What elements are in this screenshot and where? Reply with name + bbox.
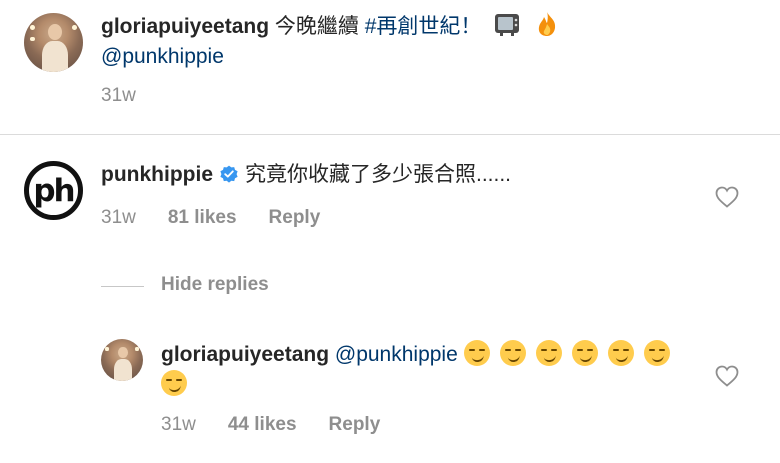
- reply-text: gloriapuiyeetang @punkhippie: [161, 340, 691, 400]
- caption-avatar[interactable]: [24, 13, 83, 72]
- reply-mention[interactable]: @punkhippie: [335, 343, 458, 366]
- comment-meta: 31w 81 likes Reply: [101, 207, 320, 229]
- caption-meta: 31w: [101, 85, 136, 107]
- caption-hashtag[interactable]: #再創世紀！: [365, 15, 482, 38]
- smirking-face-icon: [607, 340, 634, 366]
- comment-like-heart-icon[interactable]: [715, 186, 739, 208]
- reply-meta: 31w 44 likes Reply: [161, 414, 380, 436]
- reply-reply-button[interactable]: Reply: [329, 414, 381, 436]
- hide-replies-button[interactable]: Hide replies: [161, 274, 269, 296]
- smirking-face-icon: [463, 340, 490, 366]
- avatar-logo-text: ph: [33, 172, 75, 209]
- divider: [0, 134, 780, 135]
- reply-username[interactable]: gloriapuiyeetang: [161, 343, 329, 366]
- smirking-face-icon: [161, 370, 187, 396]
- reply-timestamp[interactable]: 31w: [161, 414, 196, 436]
- smirking-face-icon: [571, 340, 598, 366]
- comment-timestamp[interactable]: 31w: [101, 207, 136, 229]
- comment-avatar[interactable]: ph: [24, 161, 83, 220]
- hide-replies-line: [101, 286, 144, 287]
- verified-badge-icon: [220, 165, 238, 183]
- tv-icon: [495, 14, 520, 36]
- reply-likes[interactable]: 44 likes: [228, 414, 297, 436]
- comment-likes[interactable]: 81 likes: [168, 207, 237, 229]
- reply-avatar[interactable]: [101, 339, 143, 381]
- caption-mention[interactable]: @punkhippie: [101, 45, 224, 68]
- comment-body: 究竟你收藏了多少張合照......: [245, 163, 512, 186]
- caption-username[interactable]: gloriapuiyeetang: [101, 15, 269, 38]
- caption-body: 今晚繼續: [274, 15, 359, 38]
- comment-text: punkhippie 究竟你收藏了多少張合照......: [101, 160, 701, 190]
- reply-like-heart-icon[interactable]: [715, 365, 739, 387]
- fire-icon: [538, 12, 556, 36]
- smirking-face-icon: [499, 340, 526, 366]
- caption-text: gloriapuiyeetang 今晚繼續 #再創世紀！ @punkhippie: [101, 10, 761, 72]
- caption-timestamp[interactable]: 31w: [101, 85, 136, 107]
- smirking-face-icon: [643, 340, 670, 366]
- smirking-face-icon: [535, 340, 562, 366]
- comment-reply-button[interactable]: Reply: [269, 207, 321, 229]
- comment-username[interactable]: punkhippie: [101, 163, 213, 186]
